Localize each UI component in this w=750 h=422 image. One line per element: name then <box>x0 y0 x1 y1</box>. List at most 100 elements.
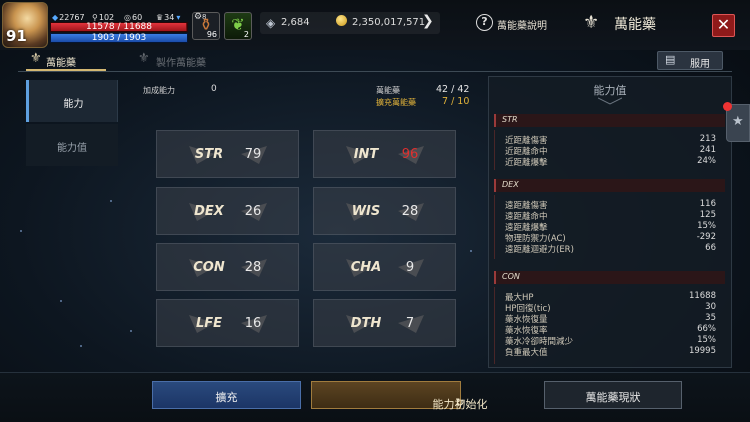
stat-row: 藥水恢復量 35 <box>495 313 716 325</box>
crystal-icon: ◈ <box>266 16 276 30</box>
currency-expand-arrow[interactable]: ❯ <box>422 13 434 29</box>
stat-row-key: 遠距離迴避力(ER) <box>505 245 574 255</box>
coin-icon: ◎ <box>124 13 131 22</box>
expand-button[interactable]: 擴充 <box>152 381 301 409</box>
stat-row-value: 19995 <box>688 346 716 356</box>
stat-box-str[interactable]: STR 79 <box>156 130 299 178</box>
stat-name: DEX <box>194 204 224 219</box>
nav-ability-label: 能力 <box>63 99 84 110</box>
stat-row-value: 66 <box>705 243 716 253</box>
elixir-count-value: 42 / 42 <box>436 84 470 95</box>
group-name: STR <box>502 115 518 124</box>
nav-ability[interactable]: 能力 <box>26 80 118 122</box>
stat-row: 遠距離爆擊 15% <box>495 221 716 233</box>
group-body-con: 最大HP 11688 HP回復(tic) 30 藥水恢復量 35 藥水恢復率 66% 藥… <box>494 287 725 364</box>
trophy-counter: ♛34 ▾ <box>156 13 180 22</box>
trophy-icon: ♛ <box>156 13 164 22</box>
stat-row-value: -292 <box>696 232 716 242</box>
stat-row: HP回復(tic) 30 <box>495 302 716 314</box>
stat-name: INT <box>353 147 379 162</box>
stat-box-int[interactable]: INT 96 <box>313 130 456 178</box>
diamond-icon: ▾ <box>176 13 181 22</box>
tab-elixir[interactable]: 萬能藥 <box>46 54 76 69</box>
group-header-str: STR <box>494 114 725 127</box>
stat-row-value: 11688 <box>688 291 716 301</box>
elixir-emblem-icon: ⚜ <box>583 12 600 33</box>
quick-slot-leaf[interactable]: ❦ 2 <box>224 12 252 40</box>
stat-row: 物理防禦力(AC) -292 <box>495 232 716 244</box>
expand-elixir-value: 7 / 10 <box>442 96 470 107</box>
stat-row: 近距離傷害 213 <box>495 134 716 146</box>
gem-counter: ◆22767 <box>52 13 85 22</box>
stat-value: 96 <box>401 147 419 162</box>
stat-row: 近距離命中 241 <box>495 145 716 157</box>
stat-row: 近距離爆擊 24% <box>495 156 716 168</box>
stat-row-value: 125 <box>699 210 716 220</box>
stat-row-value: 116 <box>699 199 716 209</box>
stat-box-lfe[interactable]: LFE 16 <box>156 299 299 347</box>
quick-slot-potion[interactable]: ⚙ 8 ⚱ 96 <box>192 12 220 40</box>
stat-row-value: 30 <box>705 302 716 312</box>
stat-row-value: 241 <box>699 145 716 155</box>
stat-value: 16 <box>244 316 262 331</box>
stat-box-con[interactable]: CON 28 <box>156 243 299 291</box>
nav-stat-label: 能力值 <box>57 143 87 154</box>
stat-value: 79 <box>244 147 262 162</box>
stat-row: 藥水恢復率 66% <box>495 324 716 336</box>
use-icon: ▤ <box>665 53 676 66</box>
group-body-dex: 遠距離傷害 116 遠距離命中 125 遠距離爆擊 15% 物理防禦力(AC) -292… <box>494 195 725 259</box>
tab-row <box>18 50 732 72</box>
coin-counter: ◎60 <box>124 13 142 22</box>
close-button[interactable]: ✕ <box>712 14 735 37</box>
reset-ability-button[interactable]: ↻ 能力初始化 <box>311 381 488 411</box>
stat-row-value: 15% <box>697 335 716 345</box>
help-label[interactable]: 萬能藥說明 <box>497 17 547 32</box>
group-header-con: CON <box>494 271 725 284</box>
stat-row-key: 負重最大值 <box>505 348 548 358</box>
stat-box-dth[interactable]: DTH 7 <box>313 299 456 347</box>
notification-dot <box>723 102 732 111</box>
stat-box-dex[interactable]: DEX 26 <box>156 187 299 235</box>
stat-row-key: 近距離爆擊 <box>505 158 548 168</box>
coin-count: 60 <box>131 13 143 22</box>
active-tab-indicator <box>26 69 106 71</box>
stat-row-value: 24% <box>697 156 716 166</box>
use-button-label[interactable]: 服用 <box>690 55 710 70</box>
help-icon[interactable]: ? <box>476 14 493 31</box>
stat-row-value: 213 <box>699 134 716 144</box>
expand-elixir-label: 擴充萬能藥 <box>376 98 416 107</box>
stat-row: 遠距離傷害 116 <box>495 199 716 211</box>
stat-row: 負重最大值 19995 <box>495 346 716 358</box>
gem-icon: ◆ <box>52 13 59 22</box>
stat-box-cha[interactable]: CHA 9 <box>313 243 456 291</box>
key-counter: ⚲102 <box>92 13 114 22</box>
stat-row-value: 35 <box>705 313 716 323</box>
crystal-amount: 2,684 <box>281 17 310 28</box>
stat-box-wis[interactable]: WIS 28 <box>313 187 456 235</box>
star-icon: ★ <box>732 114 744 129</box>
stat-row-value: 66% <box>697 324 716 334</box>
mp-text: 1903 / 1903 <box>91 33 147 43</box>
nav-stat[interactable]: 能力值 <box>26 124 118 166</box>
expand-button-label: 擴充 <box>215 391 238 404</box>
stat-row-value: 15% <box>697 221 716 231</box>
stat-value: 7 <box>405 316 415 331</box>
stat-value: 28 <box>244 260 262 275</box>
status-button-label: 萬能藥現狀 <box>585 391 641 404</box>
player-level: 91 <box>6 27 27 45</box>
key-icon: ⚲ <box>92 13 98 22</box>
stat-value: 26 <box>244 204 262 219</box>
bonus-ability-value: 0 <box>211 84 217 94</box>
stat-row: 最大HP 11688 <box>495 291 716 303</box>
elixir-status-button[interactable]: 萬能藥現狀 <box>544 381 682 409</box>
hp-text: 11578 / 11688 <box>85 22 152 32</box>
title-divider-icon <box>598 97 622 105</box>
tab-craft-elixir[interactable]: 製作萬能藥 <box>156 54 206 69</box>
gold-coin-icon <box>336 15 347 26</box>
stat-name: DTH <box>350 316 382 331</box>
stat-name: CON <box>193 260 225 275</box>
stat-name: CHA <box>350 260 382 275</box>
elixir-count-label: 萬能藥 <box>376 86 400 95</box>
trophy-count: 34 <box>164 13 175 22</box>
page-title: 萬能藥 <box>614 17 656 33</box>
